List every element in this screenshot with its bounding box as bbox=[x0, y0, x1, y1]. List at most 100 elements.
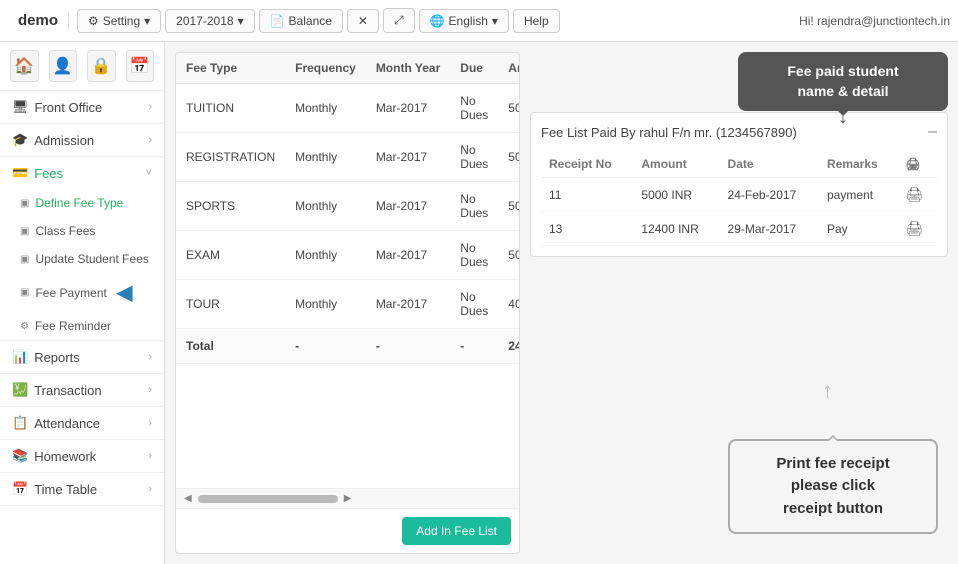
cell-type: SPORTS bbox=[176, 182, 285, 231]
cell-date: 24-Feb-2017 bbox=[720, 178, 819, 212]
scrollbar-thumb[interactable] bbox=[198, 495, 338, 503]
add-in-fee-list-button[interactable]: Add In Fee List bbox=[402, 517, 511, 545]
receipt-row: 13 12400 INR 29-Mar-2017 Pay 🖨 bbox=[541, 212, 937, 246]
student-detail-tooltip: Fee paid student name & detail ↓ bbox=[738, 52, 948, 111]
col-receipt-no: Receipt No bbox=[541, 151, 633, 178]
print-receipt-tooltip: Print fee receipt please click receipt b… bbox=[728, 439, 938, 535]
table-row: EXAM Monthly Mar-2017 No Dues 500 bbox=[176, 231, 519, 280]
sidebar-item-homework[interactable]: 📚 Homework › bbox=[0, 440, 164, 472]
sidebar-item-front-office[interactable]: 🖥 Front Office › bbox=[0, 91, 164, 123]
cell-remarks: Pay bbox=[819, 212, 897, 246]
language-icon: 🌐 bbox=[430, 14, 445, 28]
close-button[interactable]: ✕ bbox=[347, 9, 379, 33]
col-print: 🖨 bbox=[897, 151, 937, 178]
sub-icon: ▣ bbox=[20, 198, 29, 209]
cell-print[interactable]: 🖨 bbox=[897, 178, 937, 212]
chevron-right-icon: › bbox=[148, 483, 152, 495]
sidebar-sub-fee-reminder[interactable]: ⚙ Fee Reminder bbox=[0, 312, 164, 340]
cell-frequency: Monthly bbox=[285, 280, 366, 329]
content-panels: Fee Type Frequency Month Year Due Amo TU… bbox=[175, 52, 948, 554]
cell-due: No Dues bbox=[450, 84, 498, 133]
col-fee-type: Fee Type bbox=[176, 53, 285, 84]
cell-month-year: Mar-2017 bbox=[366, 133, 450, 182]
sidebar-section-attendance: 📋 Attendance › bbox=[0, 407, 164, 440]
cell-amount: 500 bbox=[498, 231, 519, 280]
cell-frequency: Monthly bbox=[285, 231, 366, 280]
scroll-left-icon[interactable]: ◀ bbox=[180, 493, 196, 504]
sidebar-item-admission[interactable]: 🎓 Admission › bbox=[0, 124, 164, 156]
cell-print[interactable]: 🖨 bbox=[897, 212, 937, 246]
cell-frequency: Monthly bbox=[285, 84, 366, 133]
chevron-down-icon: ˅ bbox=[146, 167, 152, 179]
calendar-icon-btn[interactable]: 📅 bbox=[126, 50, 155, 82]
tooltip-down-arrow: ↓ bbox=[838, 106, 848, 128]
receipt-panel: Fee paid student name & detail ↓ Fee Lis… bbox=[530, 52, 948, 554]
print-icon[interactable]: 🖨 bbox=[905, 220, 923, 236]
print-icon[interactable]: 🖨 bbox=[905, 186, 923, 202]
cell-month-year: Mar-2017 bbox=[366, 84, 450, 133]
sidebar-item-transaction[interactable]: 💹 Transaction › bbox=[0, 374, 164, 406]
collapse-button[interactable]: – bbox=[928, 123, 937, 141]
balance-button[interactable]: 📄 Balance bbox=[259, 9, 343, 33]
cell-amount: 5000 INR bbox=[633, 178, 719, 212]
sidebar-item-timetable[interactable]: 📅 Time Table › bbox=[0, 473, 164, 505]
timetable-icon: 📅 bbox=[12, 481, 28, 497]
expand-button[interactable]: ⤢ bbox=[383, 8, 415, 33]
cell-type: TUITION bbox=[176, 84, 285, 133]
language-button[interactable]: 🌐 English ▾ bbox=[419, 9, 509, 33]
chevron-right-icon: › bbox=[148, 384, 152, 396]
setting-button[interactable]: ⚙ Setting ▾ bbox=[77, 9, 161, 33]
sub-icon: ▣ bbox=[20, 226, 29, 237]
chevron-right-icon: › bbox=[148, 351, 152, 363]
sidebar-section-timetable: 📅 Time Table › bbox=[0, 473, 164, 506]
cell-due: No Dues bbox=[450, 280, 498, 329]
sidebar-item-attendance[interactable]: 📋 Attendance › bbox=[0, 407, 164, 439]
chevron-right-icon: › bbox=[148, 417, 152, 429]
total-row: Total - - - 2400 bbox=[176, 329, 519, 364]
chevron-right-icon: › bbox=[148, 450, 152, 462]
col-remarks: Remarks bbox=[819, 151, 897, 178]
sub-icon: ▣ bbox=[20, 287, 29, 298]
arrow-up-indicator: ↑ bbox=[822, 378, 833, 404]
chevron-right-icon: › bbox=[148, 134, 152, 146]
balance-icon: 📄 bbox=[270, 14, 285, 28]
col-date: Date bbox=[720, 151, 819, 178]
cell-date: 29-Mar-2017 bbox=[720, 212, 819, 246]
col-amount: Amo bbox=[498, 53, 519, 84]
receipt-table: Receipt No Amount Date Remarks 🖨 11 5000… bbox=[541, 151, 937, 246]
close-icon: ✕ bbox=[358, 14, 368, 28]
sidebar-sub-class-fees[interactable]: ▣ Class Fees bbox=[0, 217, 164, 245]
table-row: SPORTS Monthly Mar-2017 No Dues 500 bbox=[176, 182, 519, 231]
cell-due: No Dues bbox=[450, 231, 498, 280]
sidebar-sub-fee-payment[interactable]: ▣ Fee Payment ◀ bbox=[0, 273, 164, 312]
expand-icon: ⤢ bbox=[394, 13, 404, 28]
sidebar-item-fees[interactable]: 💳 Fees ˅ bbox=[0, 157, 164, 189]
sidebar: 🏠 👤 🔒 📅 🖥 Front Office › 🎓 bbox=[0, 42, 165, 564]
col-amount: Amount bbox=[633, 151, 719, 178]
cell-amount: 400 bbox=[498, 280, 519, 329]
table-row: TUITION Monthly Mar-2017 No Dues 500 bbox=[176, 84, 519, 133]
sidebar-section-fees: 💳 Fees ˅ ▣ Define Fee Type ▣ Class Fees … bbox=[0, 157, 164, 341]
help-button[interactable]: Help bbox=[513, 9, 560, 33]
cell-amount: 500 bbox=[498, 84, 519, 133]
total-freq: - bbox=[285, 329, 366, 364]
reports-icon: 📊 bbox=[12, 349, 28, 365]
cell-receipt-no: 11 bbox=[541, 178, 633, 212]
fee-list-card: Fee List Paid By rahul F/n mr. (12345678… bbox=[530, 112, 948, 257]
scroll-right-icon[interactable]: ▶ bbox=[340, 493, 356, 504]
sidebar-sub-define-fee[interactable]: ▣ Define Fee Type bbox=[0, 189, 164, 217]
year-button[interactable]: 2017-2018 ▾ bbox=[165, 9, 254, 33]
total-month: - bbox=[366, 329, 450, 364]
sidebar-sub-update-student[interactable]: ▣ Update Student Fees bbox=[0, 245, 164, 273]
fee-table-wrap: Fee Type Frequency Month Year Due Amo TU… bbox=[176, 53, 519, 488]
admission-icon: 🎓 bbox=[12, 132, 28, 148]
lock-icon-btn[interactable]: 🔒 bbox=[87, 50, 116, 82]
scrollbar-track bbox=[198, 495, 338, 503]
sidebar-icon-row: 🏠 👤 🔒 📅 bbox=[0, 42, 164, 91]
nav-right: Hi! rajendra@junctiontech.in bbox=[799, 14, 950, 28]
student-icon-btn[interactable]: 👤 bbox=[49, 50, 78, 82]
home-icon-btn[interactable]: 🏠 bbox=[10, 50, 39, 82]
sidebar-item-reports[interactable]: 📊 Reports › bbox=[0, 341, 164, 373]
cell-month-year: Mar-2017 bbox=[366, 231, 450, 280]
fee-panel: Fee Type Frequency Month Year Due Amo TU… bbox=[175, 52, 520, 554]
